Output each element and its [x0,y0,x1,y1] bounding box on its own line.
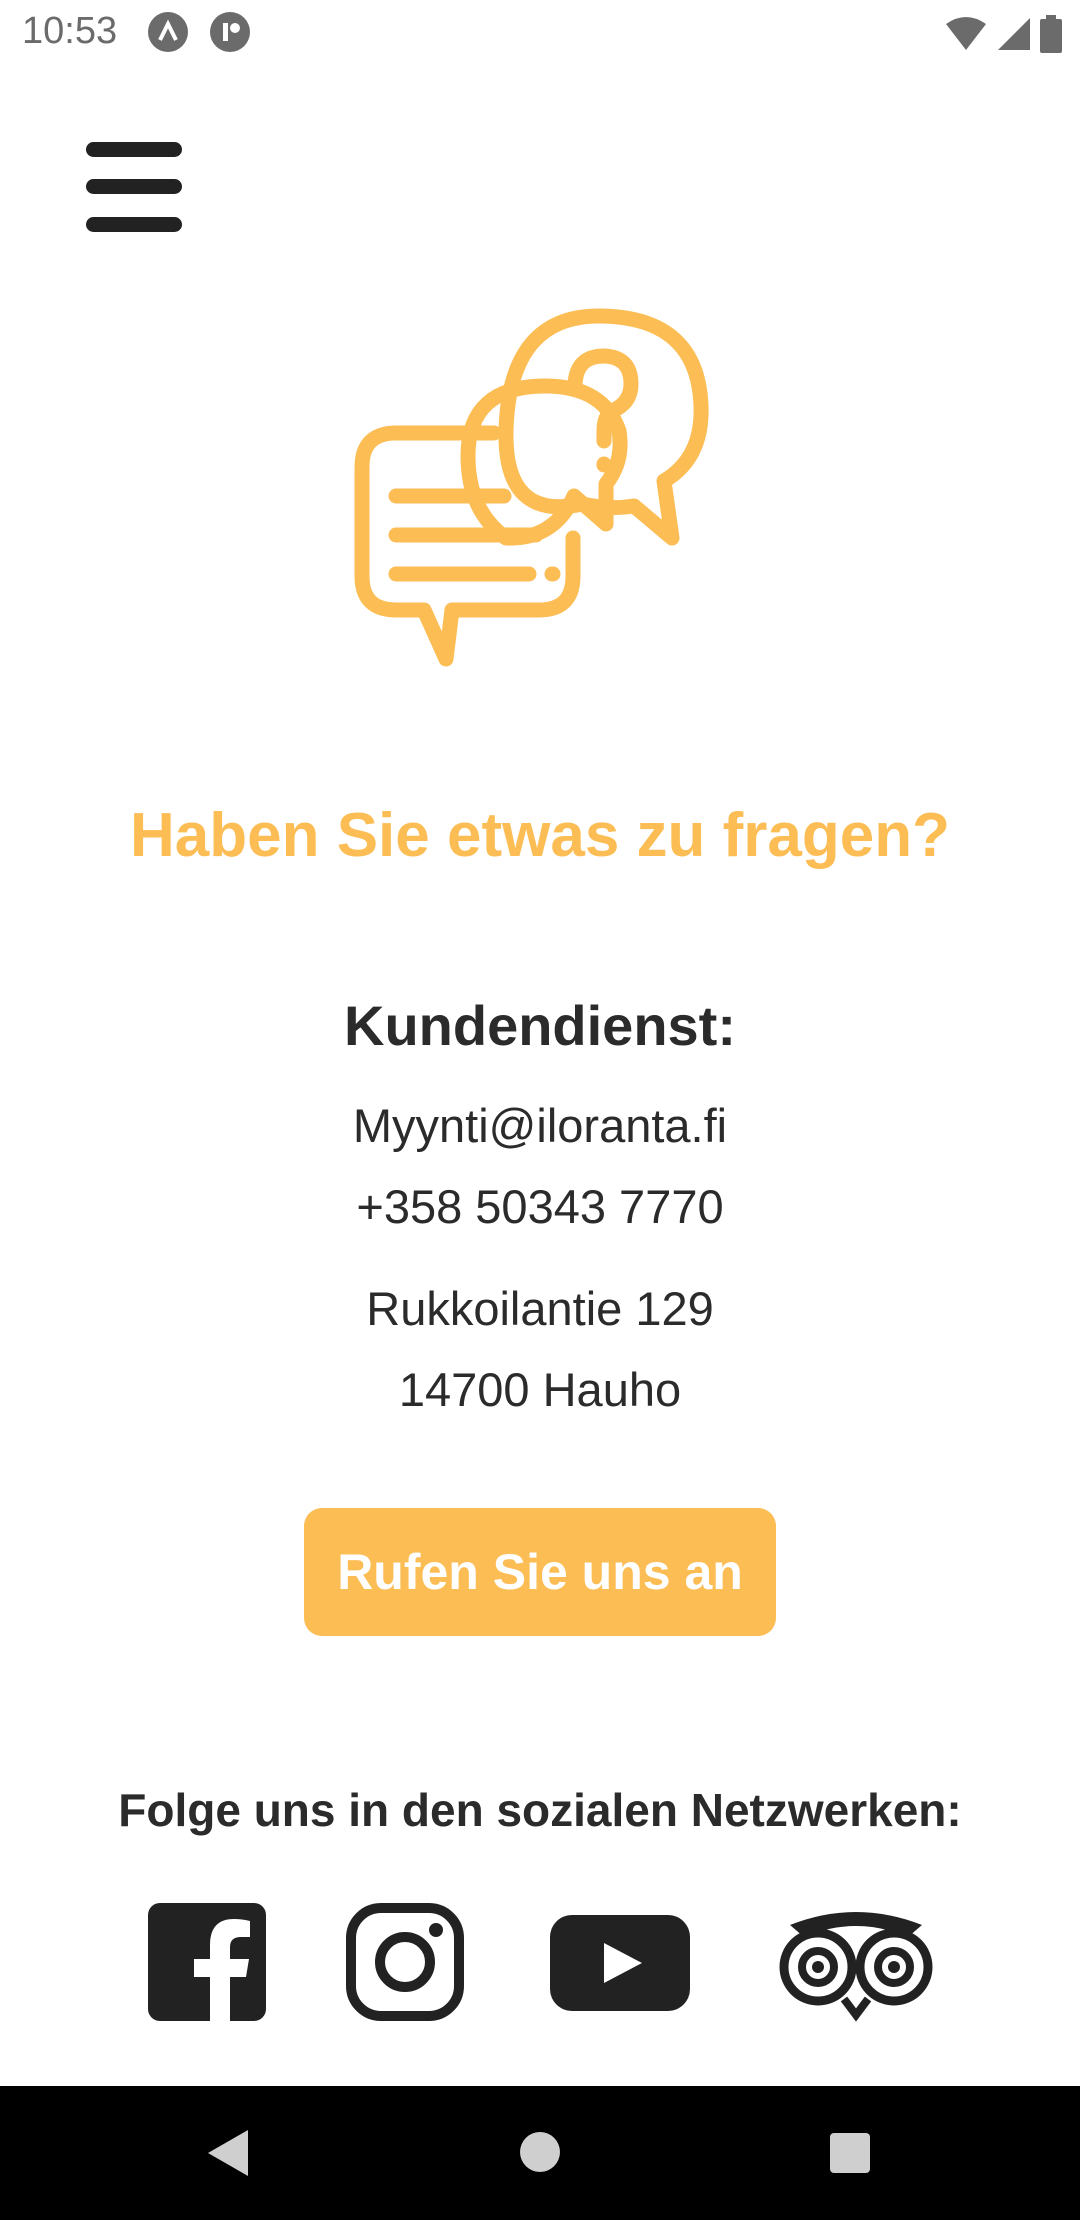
social-title: Folge uns in den sozialen Netzwerken: [118,1784,962,1836]
youtube-icon[interactable] [548,1902,692,2022]
instagram-icon[interactable] [346,1902,464,2022]
status-time: 10:53 [22,10,118,52]
chat-question-icon [354,308,709,667]
call-us-button[interactable]: Rufen Sie uns an [304,1508,776,1636]
address-line-2: 14700 Hauho [398,1363,682,1416]
back-icon[interactable] [204,2128,254,2178]
phone-link[interactable]: +358 50343 7770 [0,1179,1080,1234]
home-icon[interactable] [519,2131,561,2173]
app-notification-icon [210,12,250,52]
page-heading: Haben Sie etwas zu fragen? [130,801,950,870]
navigation-bar [0,2086,1080,2220]
tripadvisor-icon[interactable] [778,1902,934,2022]
wifi-icon [946,17,986,50]
app-notification-icon [148,12,188,52]
facebook-icon[interactable] [148,1902,266,2022]
email-link[interactable]: Myynti@iloranta.fi [0,1098,1080,1153]
battery-icon [1040,15,1062,53]
customer-service-title: Kundendienst: [344,994,736,1057]
status-icons [944,12,1062,56]
status-bar: 10:53 [0,0,1080,68]
hamburger-menu-icon[interactable] [86,142,182,232]
address-line-1: Rukkoilantie 129 [366,1282,714,1335]
signal-icon [998,18,1030,50]
recents-icon[interactable] [829,2132,871,2174]
